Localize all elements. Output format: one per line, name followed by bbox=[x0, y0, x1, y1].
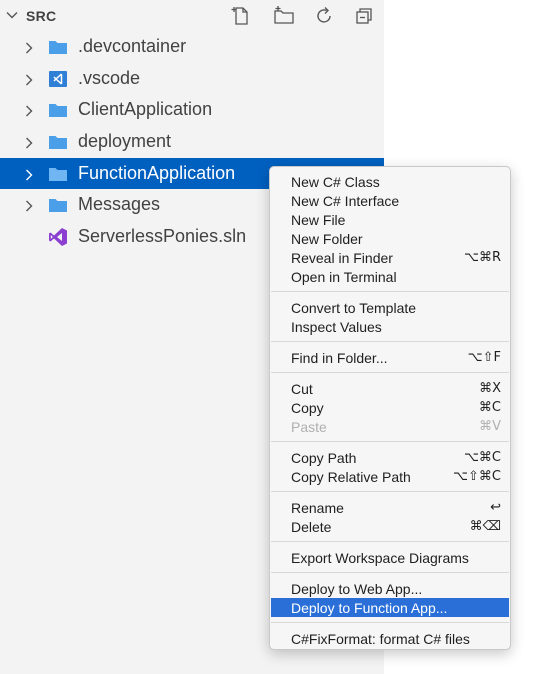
menu-item-copy-relative-path[interactable]: Copy Relative Path ⌥⇧⌘C bbox=[271, 467, 509, 486]
menu-separator bbox=[271, 622, 509, 623]
tree-item-deployment[interactable]: deployment bbox=[0, 126, 384, 157]
tree-item-label: .vscode bbox=[78, 68, 141, 88]
tree-item-label: deployment bbox=[78, 131, 172, 151]
menu-item-cut[interactable]: Cut ⌘X bbox=[271, 379, 509, 398]
menu-separator bbox=[271, 541, 509, 542]
tree-item-label: FunctionApplication bbox=[78, 163, 236, 183]
collapse-all-icon[interactable] bbox=[350, 3, 378, 29]
tree-item-label: ServerlessPonies.sln bbox=[78, 226, 247, 246]
menu-separator bbox=[271, 372, 509, 373]
menu-item-convert-to-template[interactable]: Convert to Template bbox=[271, 298, 509, 317]
chevron-right-icon[interactable] bbox=[22, 166, 36, 181]
chevron-right-icon[interactable] bbox=[22, 102, 36, 117]
menu-item-csharp-fixformat[interactable]: C#FixFormat: format C# files bbox=[271, 629, 509, 648]
menu-item-new-folder[interactable]: New Folder bbox=[271, 229, 509, 248]
tree-item-devcontainer[interactable]: .devcontainer bbox=[0, 31, 384, 62]
menu-separator bbox=[271, 441, 509, 442]
menu-separator bbox=[271, 572, 509, 573]
menu-item-copy[interactable]: Copy ⌘C bbox=[271, 398, 509, 417]
chevron-right-icon[interactable] bbox=[22, 71, 36, 86]
tree-item-clientapplication[interactable]: ClientApplication bbox=[0, 94, 384, 125]
menu-item-new-file[interactable]: New File bbox=[271, 210, 509, 229]
menu-item-find-in-folder[interactable]: Find in Folder... ⌥⇧F bbox=[271, 348, 509, 367]
menu-item-copy-path[interactable]: Copy Path ⌥⌘C bbox=[271, 448, 509, 467]
new-folder-icon[interactable] bbox=[270, 3, 298, 29]
menu-item-reveal-in-finder[interactable]: Reveal in Finder ⌥⌘R bbox=[271, 248, 509, 267]
tree-item-vscode[interactable]: .vscode bbox=[0, 63, 384, 94]
folder-icon bbox=[48, 195, 68, 215]
folder-icon bbox=[48, 132, 68, 152]
menu-separator bbox=[271, 291, 509, 292]
menu-item-deploy-to-web-app[interactable]: Deploy to Web App... bbox=[271, 579, 509, 598]
folder-icon bbox=[48, 100, 68, 120]
menu-item-new-csharp-interface[interactable]: New C# Interface bbox=[271, 191, 509, 210]
tree-item-label: ClientApplication bbox=[78, 99, 213, 119]
folder-icon bbox=[48, 37, 68, 57]
chevron-down-icon[interactable] bbox=[5, 8, 19, 22]
vscode-folder-icon bbox=[48, 69, 68, 89]
menu-separator bbox=[271, 341, 509, 342]
explorer-title: SRC bbox=[26, 8, 57, 24]
tree-item-label: Messages bbox=[78, 194, 161, 214]
refresh-icon[interactable] bbox=[310, 3, 338, 29]
new-file-icon[interactable] bbox=[228, 3, 256, 29]
chevron-right-icon[interactable] bbox=[22, 197, 36, 212]
visual-studio-solution-icon bbox=[48, 227, 68, 247]
folder-icon bbox=[48, 164, 68, 184]
menu-item-export-workspace-diagrams[interactable]: Export Workspace Diagrams bbox=[271, 548, 509, 567]
explorer-section-header[interactable]: SRC bbox=[0, 0, 384, 32]
context-menu: New C# Class New C# Interface New File N… bbox=[269, 166, 511, 650]
menu-item-paste: Paste ⌘V bbox=[291, 419, 501, 435]
menu-item-delete[interactable]: Delete ⌘⌫ bbox=[271, 517, 509, 536]
tree-item-label: .devcontainer bbox=[78, 36, 187, 56]
chevron-right-icon[interactable] bbox=[22, 39, 36, 54]
menu-item-new-csharp-class[interactable]: New C# Class bbox=[271, 172, 509, 191]
menu-separator bbox=[271, 491, 509, 492]
menu-item-rename[interactable]: Rename ↩ bbox=[271, 498, 509, 517]
chevron-right-icon[interactable] bbox=[22, 134, 36, 149]
menu-item-open-in-terminal[interactable]: Open in Terminal bbox=[271, 267, 509, 286]
menu-item-inspect-values[interactable]: Inspect Values bbox=[271, 317, 509, 336]
menu-item-deploy-to-function-app[interactable]: Deploy to Function App... bbox=[271, 598, 509, 617]
